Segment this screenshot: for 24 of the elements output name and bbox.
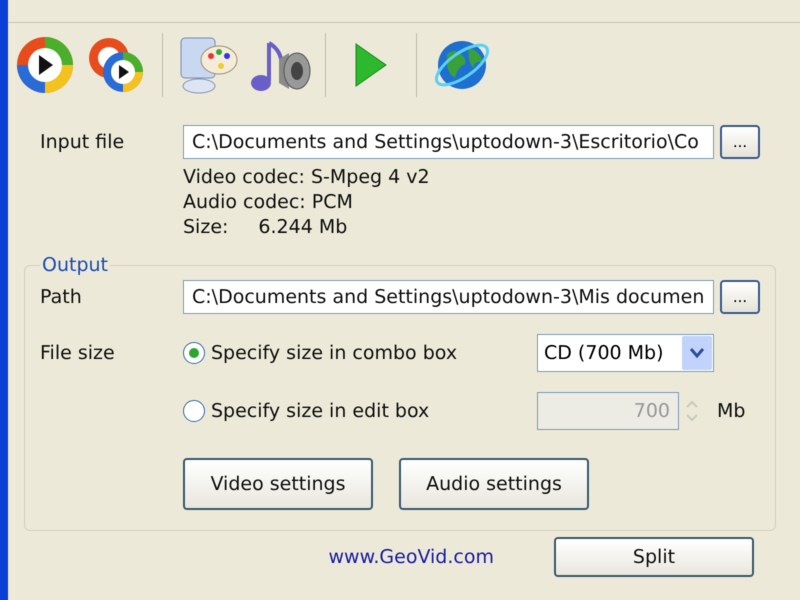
play-disc-icon xyxy=(16,36,74,94)
size-value: 6.244 Mb xyxy=(258,215,348,240)
play-icon xyxy=(353,42,389,88)
settings-button[interactable]: Audio settings xyxy=(399,458,589,510)
input-file-field[interactable]: C:\Documents and Settings\uptodown-3\Escritorio\Co xyxy=(183,125,714,159)
input-file-label: Input file xyxy=(40,131,126,153)
website-link[interactable]: www.GeoVid.com xyxy=(328,546,494,568)
output-legend: Output xyxy=(40,254,110,276)
file-size-label: File size xyxy=(40,342,116,364)
radio-label: Specify size in combo box xyxy=(211,342,458,364)
file-info-text: Video codec: S-Mpeg 4 v2 xyxy=(183,165,431,190)
radio-label: Specify size in edit box xyxy=(211,400,430,422)
file-info-text: Audio codec: PCM xyxy=(183,190,354,215)
chevron-down-icon xyxy=(689,347,705,359)
split-button[interactable]: Split xyxy=(554,537,754,577)
path-label: Path xyxy=(40,286,83,308)
path-field[interactable]: C:\Documents and Settings\uptodown-3\Mis documen xyxy=(183,280,714,314)
size-label: Size: xyxy=(183,215,228,240)
browse-button[interactable]: ... xyxy=(720,280,760,314)
browse-button[interactable]: ... xyxy=(720,125,760,159)
size-dropdown[interactable]: CD (700 Mb) xyxy=(537,334,714,372)
settings-button[interactable]: Video settings xyxy=(183,458,373,510)
radio-button[interactable] xyxy=(183,342,205,364)
unit-label: Mb xyxy=(717,400,746,422)
